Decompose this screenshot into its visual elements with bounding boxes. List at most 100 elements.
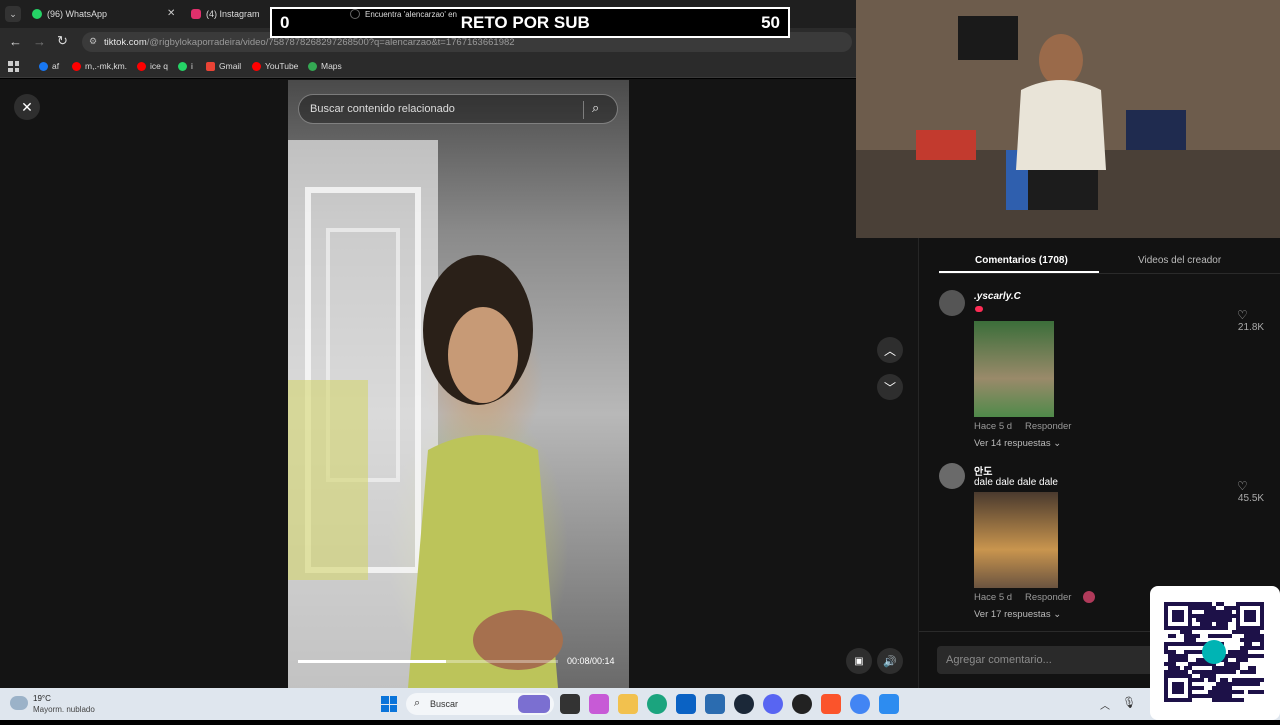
miniplayer-button[interactable]: ▣ bbox=[846, 648, 872, 674]
heart-icon[interactable]: ♡ bbox=[1237, 308, 1248, 322]
site-info-icon[interactable]: ⚙ bbox=[89, 36, 97, 47]
view-replies-link[interactable]: Ver 17 respuestas ⌄ bbox=[974, 609, 1061, 620]
taskbar-search-label: Buscar bbox=[430, 699, 459, 709]
tab-tiktok[interactable]: Encuentra 'alencarzao' en bbox=[350, 4, 457, 24]
app-icon[interactable] bbox=[879, 694, 899, 714]
store-icon[interactable] bbox=[676, 694, 696, 714]
webcam-frame bbox=[856, 0, 1280, 238]
instagram-icon bbox=[191, 9, 201, 19]
tiktok-icon bbox=[350, 9, 360, 19]
tab-instagram[interactable]: (4) Instagram bbox=[191, 4, 260, 24]
maps-pin-icon bbox=[308, 61, 317, 71]
video-progress-fill bbox=[298, 660, 447, 663]
tab-whatsapp[interactable]: (96) WhatsApp bbox=[32, 4, 107, 24]
comment-image[interactable] bbox=[974, 321, 1054, 417]
chevron-down-icon: ⌄ bbox=[1053, 438, 1062, 449]
chrome-icon[interactable] bbox=[850, 694, 870, 714]
reply-button[interactable]: Responder bbox=[1025, 421, 1071, 432]
bookmark-mk[interactable]: m,.-mk,km. bbox=[72, 61, 127, 71]
comment-placeholder: Agregar comentario... bbox=[946, 654, 1052, 666]
tab-label: (96) WhatsApp bbox=[47, 9, 108, 19]
file-explorer-icon[interactable] bbox=[618, 694, 638, 714]
bookmark-youtube[interactable]: YouTube bbox=[252, 61, 298, 71]
gmail-icon bbox=[206, 61, 215, 71]
bookmark-ice-q[interactable]: ice q bbox=[137, 61, 168, 71]
tab-label: Encuentra 'alencarzao' en bbox=[365, 9, 458, 19]
score-title: RETO POR SUB bbox=[460, 12, 590, 32]
back-arrow-icon[interactable]: ← bbox=[9, 34, 22, 49]
tab-creator-videos[interactable]: Videos del creador bbox=[1138, 255, 1221, 266]
whatsapp-icon bbox=[32, 9, 42, 19]
bookmark-gmail[interactable]: Gmail bbox=[206, 61, 241, 71]
chevron-up-icon[interactable]: ︿ bbox=[1100, 697, 1110, 712]
video-progress-bar[interactable] bbox=[298, 660, 558, 663]
tab-list-button[interactable]: ⌄ bbox=[5, 6, 21, 22]
search-icon[interactable]: ⌕ bbox=[592, 100, 599, 116]
weather-temp[interactable]: 19°C bbox=[33, 694, 51, 703]
bookmark-i[interactable]: i bbox=[178, 61, 193, 71]
view-replies-label: Ver 14 respuestas bbox=[974, 438, 1051, 449]
bookmark-label: Gmail bbox=[219, 61, 242, 71]
related-search-input[interactable]: Buscar contenido relacionado ⌕ bbox=[298, 94, 618, 124]
search-divider bbox=[583, 101, 584, 119]
video-player[interactable] bbox=[288, 80, 629, 688]
comment-time: Hace 5 d bbox=[974, 592, 1013, 603]
forward-arrow-icon[interactable]: → bbox=[33, 34, 46, 49]
score-left: 0 bbox=[280, 12, 290, 32]
heart-icon[interactable]: ♡ bbox=[1237, 479, 1248, 493]
edge-icon[interactable] bbox=[647, 694, 667, 714]
close-icon: ✕ bbox=[21, 98, 33, 115]
next-video-button[interactable]: ﹀ bbox=[877, 374, 903, 400]
close-tab-icon[interactable]: ✕ bbox=[167, 8, 175, 19]
youtube-icon bbox=[72, 61, 81, 71]
taskbar-search-box[interactable]: ⌕ Buscar bbox=[406, 693, 554, 715]
reload-icon[interactable]: ↻ bbox=[57, 33, 68, 49]
bookmark-label: af bbox=[52, 61, 60, 71]
lips-emoji-icon bbox=[975, 306, 983, 312]
comment-author[interactable]: 안도 bbox=[974, 463, 992, 478]
whatsapp-icon bbox=[178, 61, 187, 71]
youtube-icon bbox=[137, 61, 146, 71]
add-comment-input[interactable]: Agregar comentario... bbox=[937, 646, 1157, 674]
windows-start-icon[interactable] bbox=[381, 696, 397, 712]
like-count: 45.5K bbox=[1237, 493, 1265, 504]
close-viewer-button[interactable]: ✕ bbox=[14, 94, 40, 120]
apps-grid-icon[interactable] bbox=[8, 61, 19, 72]
weather-cloud-icon[interactable] bbox=[10, 696, 28, 710]
view-replies-link[interactable]: Ver 14 respuestas ⌄ bbox=[974, 438, 1061, 449]
qr-pattern bbox=[1164, 602, 1264, 702]
yape-qr-code bbox=[1150, 586, 1280, 720]
microphone-icon[interactable]: 🎙 bbox=[1122, 696, 1136, 709]
copilot-icon[interactable] bbox=[589, 694, 609, 714]
obs-icon[interactable] bbox=[792, 694, 812, 714]
avatar[interactable] bbox=[939, 290, 965, 316]
outlook-icon[interactable] bbox=[705, 694, 725, 714]
tab-comments[interactable]: Comentarios (1708) bbox=[975, 255, 1068, 266]
weather-desc[interactable]: Mayorm. nublado bbox=[33, 705, 95, 714]
search-placeholder: Buscar contenido relacionado bbox=[310, 103, 455, 115]
score-right: 50 bbox=[761, 12, 780, 32]
search-highlight-icon bbox=[518, 695, 550, 713]
discord-icon[interactable] bbox=[763, 694, 783, 714]
bookmarks-bar: af m,.-mk,km. ice q i Gmail YouTube Maps bbox=[0, 56, 856, 78]
score-overlay: 0 RETO POR SUB 50 bbox=[270, 7, 790, 38]
brave-icon[interactable] bbox=[821, 694, 841, 714]
bookmark-label: Maps bbox=[321, 61, 342, 71]
task-view-icon[interactable] bbox=[560, 694, 580, 714]
youtube-icon bbox=[252, 61, 261, 71]
webcam-overlay bbox=[856, 0, 1280, 238]
volume-button[interactable]: 🔊 bbox=[877, 648, 903, 674]
comment-text: dale dale dale dale bbox=[974, 477, 1058, 488]
facebook-icon bbox=[39, 61, 48, 71]
speaker-icon: 🔊 bbox=[883, 655, 897, 668]
video-frame bbox=[288, 140, 563, 688]
comment-time: Hace 5 d bbox=[974, 421, 1013, 432]
previous-video-button[interactable]: ︿ bbox=[877, 337, 903, 363]
steam-icon[interactable] bbox=[734, 694, 754, 714]
reply-button[interactable]: Responder bbox=[1025, 592, 1071, 603]
comment-image[interactable] bbox=[974, 492, 1058, 588]
bookmark-maps[interactable]: Maps bbox=[308, 61, 342, 71]
bookmark-af[interactable]: af bbox=[39, 61, 59, 71]
avatar[interactable] bbox=[939, 463, 965, 489]
comment-author[interactable]: .yscarly.C bbox=[974, 291, 1021, 302]
